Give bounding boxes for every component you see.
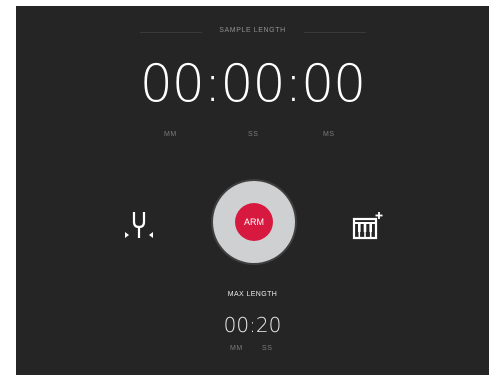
tuner-button[interactable] (122, 210, 158, 242)
sample-length-header: SAMPLE LENGTH (16, 27, 489, 39)
sampler-panel: SAMPLE LENGTH 00:00:00 MM SS MS ARM MAX … (16, 6, 489, 375)
arm-button[interactable]: ARM (213, 181, 295, 263)
milliseconds-unit-label: MS (323, 131, 335, 138)
seconds-unit-label: SS (248, 131, 259, 138)
sample-length-time: 00:00:00 (139, 54, 367, 114)
keyboard-button[interactable] (351, 210, 385, 244)
tuning-fork-icon (125, 212, 153, 238)
max-length-time[interactable]: 00:20 (16, 313, 489, 337)
header-divider-right (304, 32, 366, 33)
sample-length-label: SAMPLE LENGTH (219, 27, 286, 34)
max-seconds-unit-label: SS (262, 345, 273, 352)
arm-button-core: ARM (235, 203, 273, 241)
piano-keys-add-icon (352, 212, 383, 240)
max-minutes-unit-label: MM (230, 345, 243, 352)
arm-button-label: ARM (244, 217, 264, 227)
max-length-label: MAX LENGTH (227, 291, 278, 298)
minutes-unit-label: MM (164, 131, 177, 138)
